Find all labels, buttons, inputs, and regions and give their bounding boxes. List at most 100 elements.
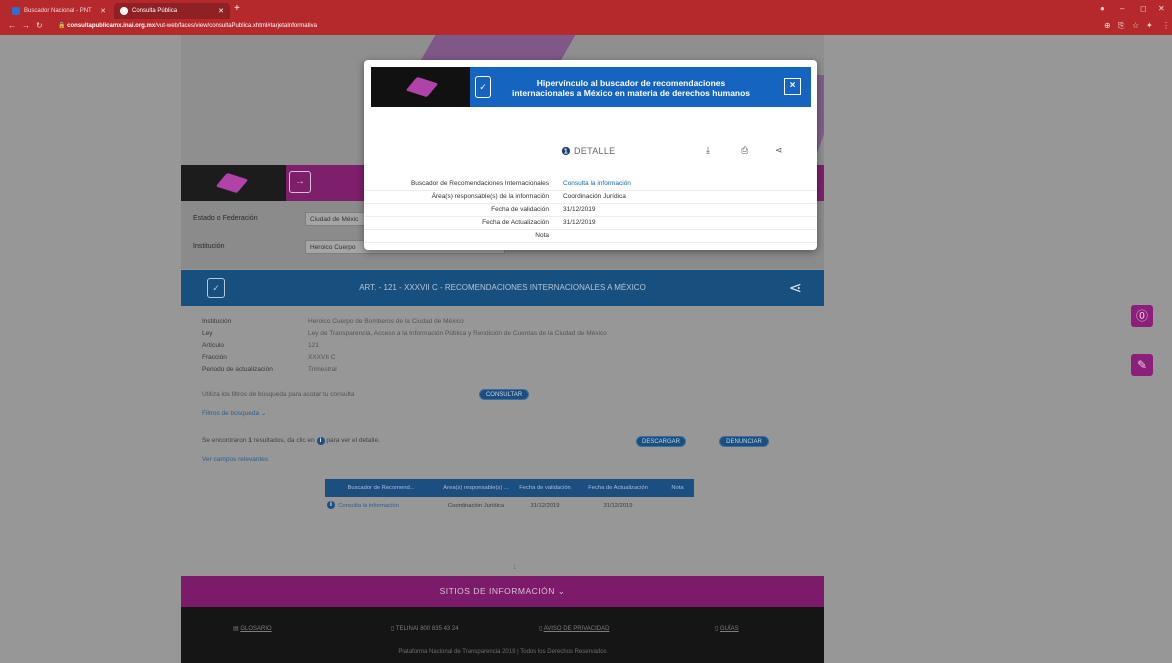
results-summary: Se encontraron 1 resultados, da clic en …: [202, 437, 380, 445]
window-close-icon[interactable]: ✕: [1158, 4, 1165, 13]
lock-icon: 🔒: [58, 23, 66, 29]
descargar-button[interactable]: DESCARGAR: [636, 436, 686, 447]
institucion-label: Institución: [193, 243, 225, 250]
tab-label: Buscador Nacional - PNT: [24, 8, 92, 14]
filtros-busqueda-link[interactable]: Filtros de búsqueda ⌄: [202, 409, 266, 417]
consulta-link[interactable]: Consulta la información: [338, 503, 399, 509]
guias-link[interactable]: ▯ GUÍAS: [715, 625, 739, 632]
maximize-icon[interactable]: ◻: [1140, 4, 1147, 13]
pagination[interactable]: 1: [513, 565, 516, 571]
pnt-logo: [181, 165, 286, 201]
info-icon: i: [316, 437, 325, 445]
chevron-down-icon: ⌄: [557, 586, 566, 596]
tab-favicon-icon: [120, 7, 128, 15]
chevron-down-icon: ⌄: [260, 410, 267, 417]
tab-favicon-icon: [12, 7, 20, 15]
row-value: Coordinación Jurídica: [563, 193, 626, 200]
glosario-link[interactable]: ▤ GLOSARIO: [233, 625, 272, 632]
detail-value: Heroico Cuerpo de Bomberos de la Ciudad …: [308, 318, 464, 325]
detalle-label: DETALLE: [574, 146, 616, 156]
filter-hint: Utiliza los filtros de búsqueda para aco…: [202, 391, 355, 398]
row-label: Buscador de Recomendaciones Internaciona…: [410, 180, 549, 187]
forward-icon[interactable]: →: [22, 21, 30, 30]
detail-label: Fracción: [202, 354, 227, 361]
aviso-privacidad-link[interactable]: ▯ AVISO DE PRIVACIDAD: [539, 625, 609, 632]
modal-title: Hipervínculo al buscador de recomendacio…: [511, 78, 751, 98]
table-cell: 31/12/2019: [603, 503, 633, 509]
obligation-banner: ✓ ART. - 121 - XXXVII C - RECOMENDACIONE…: [181, 270, 824, 306]
info-icon[interactable]: i: [327, 501, 335, 509]
table-cell: i Consulta la información: [325, 501, 437, 511]
column-header[interactable]: Nota: [661, 485, 694, 491]
row-label: Nota: [535, 232, 549, 239]
alert-icon[interactable]: ⓪: [1131, 305, 1153, 327]
ver-campos-link[interactable]: Ver campos relevantes: [202, 456, 268, 463]
tools-icon[interactable]: ✎: [1131, 354, 1153, 376]
row-label: Fecha de validación: [491, 206, 549, 213]
modal-row: Nota: [364, 230, 817, 243]
table-header: Buscador de Recomend... Área(s) responsa…: [325, 479, 694, 497]
close-tab-icon[interactable]: ✕: [218, 7, 224, 15]
results-table: Buscador de Recomend... Área(s) responsa…: [325, 479, 694, 515]
detail-label: Ley: [202, 330, 213, 337]
tab-consulta-publica[interactable]: Consulta Pública ✕: [114, 3, 230, 19]
detail-value: 121: [308, 342, 319, 349]
profile-icon[interactable]: ●: [1100, 4, 1105, 13]
url-field[interactable]: 🔒 consultapublicamx.inai.org.mx/vut-web/…: [58, 22, 317, 29]
close-tab-icon[interactable]: ✕: [100, 7, 106, 15]
column-header[interactable]: Buscador de Recomend...: [325, 485, 437, 491]
detail-value: XXXVII C: [308, 354, 336, 361]
login-icon[interactable]: →: [289, 171, 311, 193]
download-icon[interactable]: ⤓: [706, 145, 710, 156]
guide-icon: ▯: [715, 626, 719, 632]
row-label: Fecha de Actualización: [482, 219, 549, 226]
row-value: 31/12/2019: [563, 206, 596, 213]
address-bar-row: ← → ↻ 🔒 consultapublicamx.inai.org.mx/vu…: [0, 19, 1172, 35]
info-icon: ❶: [561, 146, 571, 158]
book-icon: ▤: [233, 626, 239, 632]
estado-label: Estado o Federación: [193, 215, 258, 222]
sitios-informacion-bar[interactable]: SITIOS DE INFORMACIÓN ⌄: [181, 576, 824, 607]
column-header[interactable]: Fecha de validación: [515, 485, 575, 491]
back-icon[interactable]: ←: [8, 21, 16, 30]
zoom-icon[interactable]: ⊕: [1104, 21, 1111, 30]
table-cell: 31/12/2019: [530, 503, 560, 509]
detail-label: Periodo de actualización: [202, 366, 273, 373]
detail-modal: ✓ Hipervínculo al buscador de recomendac…: [364, 60, 817, 250]
detail-value: Ley de Transparencia, Acceso a la Inform…: [308, 330, 607, 337]
tab-buscador-nacional[interactable]: Buscador Nacional - PNT ✕: [6, 3, 112, 19]
document-check-icon: ✓: [475, 76, 491, 98]
table-row: i Consulta la información Coordinación J…: [325, 497, 694, 515]
extensions-icon[interactable]: ✦: [1146, 21, 1153, 30]
close-button[interactable]: ×: [784, 78, 801, 95]
modal-row: Fecha de validación 31/12/2019: [364, 204, 817, 217]
table-cell: Coordinación Jurídica: [447, 503, 505, 509]
copyright: Plataforma Nacional de Transparencia 201…: [398, 649, 607, 655]
modal-row: Fecha de Actualización 31/12/2019: [364, 217, 817, 230]
column-header[interactable]: Fecha de Actualización: [575, 485, 661, 491]
modal-row: Área(s) responsable(s) de la información…: [364, 191, 817, 204]
detail-label: Institución: [202, 318, 232, 325]
consulta-link[interactable]: Consulta la información: [563, 180, 631, 187]
new-tab-button[interactable]: +: [234, 3, 240, 14]
minimize-icon[interactable]: –: [1120, 4, 1124, 13]
modal-header: ✓ Hipervínculo al buscador de recomendac…: [371, 67, 811, 107]
browser-tab-bar: Buscador Nacional - PNT ✕ Consulta Públi…: [0, 0, 1172, 19]
menu-icon[interactable]: ⋮: [1162, 21, 1170, 30]
bookmark-star-icon[interactable]: ☆: [1132, 21, 1139, 30]
consultar-button[interactable]: CONSULTAR: [479, 389, 529, 400]
reload-icon[interactable]: ↻: [36, 21, 43, 30]
obligation-title: ART. - 121 - XXXVII C - RECOMENDACIONES …: [359, 283, 646, 292]
telinai-info: ▯ TELINAI 800 835 43 24: [391, 626, 459, 632]
share-icon[interactable]: ⋖: [789, 278, 802, 298]
denunciar-button[interactable]: DENUNCIAR: [719, 436, 769, 447]
column-header[interactable]: Área(s) responsable(s) ...: [437, 485, 515, 491]
share-icon[interactable]: ⋖: [775, 145, 783, 156]
document-icon: ▯: [539, 626, 543, 632]
tab-label: Consulta Pública: [132, 8, 178, 14]
share-page-icon[interactable]: ⎘: [1118, 21, 1124, 31]
print-icon[interactable]: ⎙: [741, 145, 748, 156]
pnt-logo: [371, 67, 470, 107]
row-value: 31/12/2019: [563, 219, 596, 226]
phone-icon: ▯: [391, 626, 395, 632]
